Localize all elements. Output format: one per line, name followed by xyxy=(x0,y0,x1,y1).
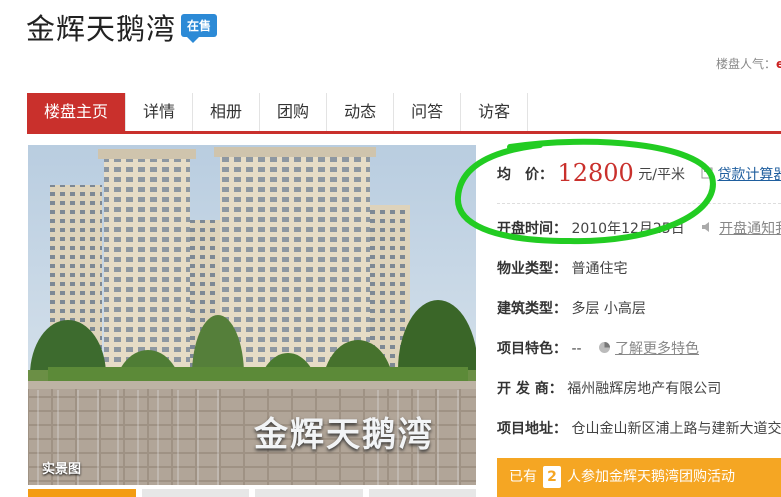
open-notify-link[interactable]: 开盘通知我 xyxy=(719,221,781,237)
thumbnail-4[interactable] xyxy=(368,489,476,497)
more-features-link[interactable]: 了解更多特色 xyxy=(615,341,699,357)
property-type-label: 物业类型： xyxy=(497,261,567,277)
thumbnail-2[interactable] xyxy=(141,489,249,497)
building-type-value: 多层 小高层 xyxy=(571,301,646,317)
thumbnail-strip xyxy=(28,489,476,497)
property-type-value: 普通住宅 xyxy=(571,261,628,277)
developer-row: 开 发 商： 福州融辉房地产有限公司 xyxy=(497,378,721,398)
project-sign: 金辉天鹅湾 xyxy=(254,415,434,455)
property-type-row: 物业类型： 普通住宅 xyxy=(497,258,627,278)
divider xyxy=(497,203,781,204)
popularity-label: 楼盘人气： xyxy=(716,57,777,71)
price-label: 均 价： xyxy=(497,167,553,183)
features-label: 项目特色： xyxy=(497,341,567,357)
open-date-label: 开盘时间： xyxy=(497,221,567,237)
features-value: -- xyxy=(571,341,582,357)
features-row: 项目特色： -- 了解更多特色 xyxy=(497,338,699,358)
price-value: 12800 xyxy=(557,159,634,187)
status-badge: 在售 xyxy=(181,14,218,43)
group-buy-prefix: 已有 xyxy=(509,469,537,485)
building-type-row: 建筑类型： 多层 小高层 xyxy=(497,298,646,318)
pie-chart-icon xyxy=(598,341,611,358)
thumbnail-1[interactable] xyxy=(28,489,136,497)
tab-qa[interactable]: 问答 xyxy=(394,93,462,131)
building-type-label: 建筑类型： xyxy=(497,301,567,317)
group-buy-banner[interactable]: 已有 2 人参加金辉天鹅湾团购活动 xyxy=(497,458,781,497)
tab-album[interactable]: 相册 xyxy=(193,93,261,131)
developer-label: 开 发 商： xyxy=(497,381,563,397)
loan-calculator-link[interactable]: 贷款计算器 xyxy=(717,167,781,183)
developer-value: 福州融辉房地产有限公司 xyxy=(567,381,722,397)
tab-visitors[interactable]: 访客 xyxy=(461,93,529,131)
tab-group-buy[interactable]: 团购 xyxy=(260,93,328,131)
main-photo[interactable]: 金辉天鹅湾 xyxy=(28,145,476,485)
address-label: 项目地址： xyxy=(497,421,567,437)
popularity-value: e xyxy=(776,57,781,71)
popularity-indicator: 楼盘人气：e xyxy=(716,55,781,72)
open-date-value: 2010年12月25日 xyxy=(571,221,685,237)
thumbnail-3[interactable] xyxy=(255,489,363,497)
address-row: 项目地址： 仓山金山新区浦上路与建新大道交汇 xyxy=(497,418,781,438)
address-value: 仓山金山新区浦上路与建新大道交汇 xyxy=(571,421,781,437)
tab-news[interactable]: 动态 xyxy=(327,93,395,131)
calculator-icon xyxy=(701,167,713,183)
group-buy-text: 人参加金辉天鹅湾团购活动 xyxy=(567,469,735,485)
photo-caption: 实景图 xyxy=(42,462,82,477)
main-nav: 楼盘主页 详情 相册 团购 动态 问答 访客 xyxy=(27,93,781,134)
group-buy-count: 2 xyxy=(543,466,561,488)
open-date-row: 开盘时间： 2010年12月25日 开盘通知我 xyxy=(497,218,781,238)
price-unit: 元/平米 xyxy=(638,167,685,183)
tab-details[interactable]: 详情 xyxy=(126,93,194,131)
speaker-icon xyxy=(701,221,715,237)
tab-homepage[interactable]: 楼盘主页 xyxy=(27,93,127,131)
page-title: 金辉天鹅湾 xyxy=(26,12,177,46)
price-row: 均 价： 12800 元/平米 贷款计算器 xyxy=(497,159,781,187)
